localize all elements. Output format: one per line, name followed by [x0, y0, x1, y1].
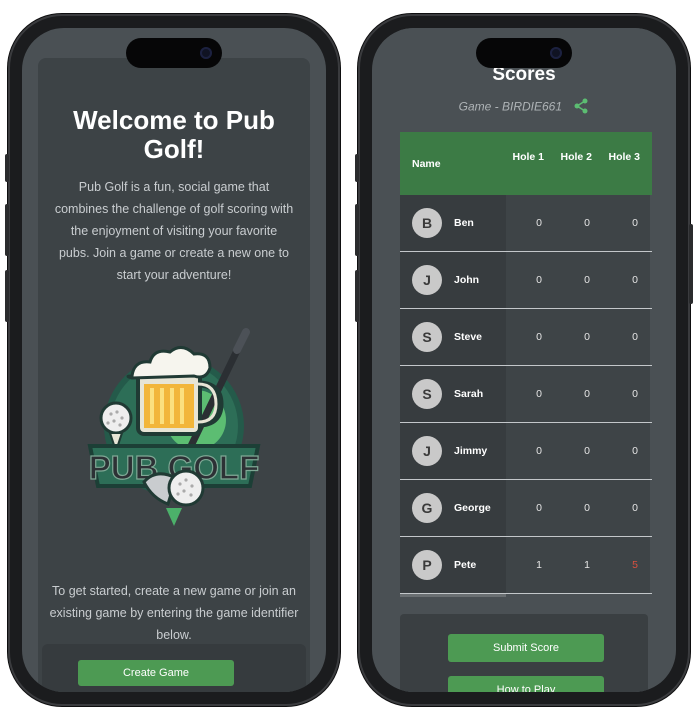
score-cell: 0	[506, 309, 554, 365]
how-to-play-button[interactable]: How to Play	[448, 676, 604, 692]
volume-down-button	[5, 270, 9, 322]
column-header-name: Name	[412, 157, 441, 170]
phone-frame-left: Welcome to Pub Golf! Pub Golf is a fun, …	[5, 14, 340, 706]
table-row[interactable]: B Ben 0 0 0	[400, 195, 652, 252]
score-cell: 0	[602, 366, 650, 422]
table-row[interactable]: P Pete 1 1 5	[400, 537, 652, 594]
mute-switch	[5, 154, 9, 182]
score-cell: 0	[554, 252, 602, 308]
score-cell: 0	[506, 480, 554, 536]
welcome-description: Pub Golf is a fun, social game that comb…	[54, 180, 294, 282]
score-cell: 0	[506, 423, 554, 479]
table-row[interactable]: J John 0 0 0	[400, 252, 652, 309]
get-started-text: To get started, create a new game or joi…	[49, 584, 299, 642]
player-name: Sarah	[454, 388, 484, 400]
table-row[interactable]: S Steve 0 0 0	[400, 309, 652, 366]
mute-switch	[355, 154, 359, 182]
score-cell: 0	[602, 309, 650, 365]
avatar: J	[412, 436, 442, 466]
table-scroll-indicator	[400, 594, 506, 597]
screen-left: Welcome to Pub Golf! Pub Golf is a fun, …	[22, 28, 326, 692]
column-header-hole-2: Hole 2	[560, 151, 592, 163]
avatar: P	[412, 550, 442, 580]
pub-golf-logo: PUB GOLF	[87, 328, 261, 526]
player-name: Jimmy	[454, 445, 488, 457]
score-cell-over-par: 5	[602, 537, 650, 593]
avatar: G	[412, 493, 442, 523]
score-cell: 0	[554, 480, 602, 536]
game-label: Game - BIRDIE661	[458, 99, 563, 114]
score-actions-panel: Submit Score How to Play	[400, 614, 648, 692]
score-cell: 0	[554, 195, 602, 251]
dynamic-island	[476, 38, 572, 68]
share-icon[interactable]	[573, 98, 589, 117]
score-cell: 0	[554, 309, 602, 365]
camera-icon	[200, 47, 212, 59]
score-cell: 0	[506, 195, 554, 251]
volume-down-button	[355, 270, 359, 322]
avatar: J	[412, 265, 442, 295]
avatar: S	[412, 322, 442, 352]
power-button	[689, 224, 693, 304]
score-cell: 0	[554, 366, 602, 422]
screen-right: Scores Game - BIRDIE661 Name Hole 1 Hole…	[372, 28, 676, 692]
column-header-hole-3: Hole 3	[608, 151, 640, 163]
dynamic-island	[126, 38, 222, 68]
column-header-hole-1: Hole 1	[512, 151, 544, 163]
score-cell: 0	[602, 252, 650, 308]
avatar: S	[412, 379, 442, 409]
player-name: Ben	[454, 217, 474, 229]
score-cell: 0	[602, 195, 650, 251]
score-cell: 0	[554, 423, 602, 479]
table-row[interactable]: S Sarah 0 0 0	[400, 366, 652, 423]
page-title: Welcome to Pub Golf!	[73, 105, 275, 164]
score-cell: 1	[554, 537, 602, 593]
table-row[interactable]: J Jimmy 0 0 0	[400, 423, 652, 480]
score-cell: 1	[506, 537, 554, 593]
create-game-button[interactable]: Create Game	[78, 660, 234, 686]
camera-icon	[550, 47, 562, 59]
score-cell: 0	[602, 423, 650, 479]
score-cell: 0	[506, 366, 554, 422]
table-header: Name Hole 1 Hole 2 Hole 3	[400, 132, 652, 195]
player-name: Steve	[454, 331, 483, 343]
welcome-card: Welcome to Pub Golf! Pub Golf is a fun, …	[38, 58, 310, 692]
score-cell: 0	[602, 480, 650, 536]
player-name: John	[454, 274, 480, 286]
avatar: B	[412, 208, 442, 238]
game-actions-panel: Create Game	[42, 644, 306, 692]
scores-card: Scores Game - BIRDIE661 Name Hole 1 Hole…	[382, 28, 666, 692]
score-cell: 0	[506, 252, 554, 308]
game-identifier: Game - BIRDIE661	[382, 98, 666, 117]
volume-up-button	[5, 204, 9, 256]
phone-frame-right: Scores Game - BIRDIE661 Name Hole 1 Hole…	[355, 14, 693, 706]
player-name: Pete	[454, 559, 477, 571]
player-name: George	[454, 502, 491, 514]
scores-table: Name Hole 1 Hole 2 Hole 3 B Ben 0 0 0 J Jo…	[400, 132, 652, 597]
volume-up-button	[355, 204, 359, 256]
submit-score-button[interactable]: Submit Score	[448, 634, 604, 662]
table-row[interactable]: G George 0 0 0	[400, 480, 652, 537]
